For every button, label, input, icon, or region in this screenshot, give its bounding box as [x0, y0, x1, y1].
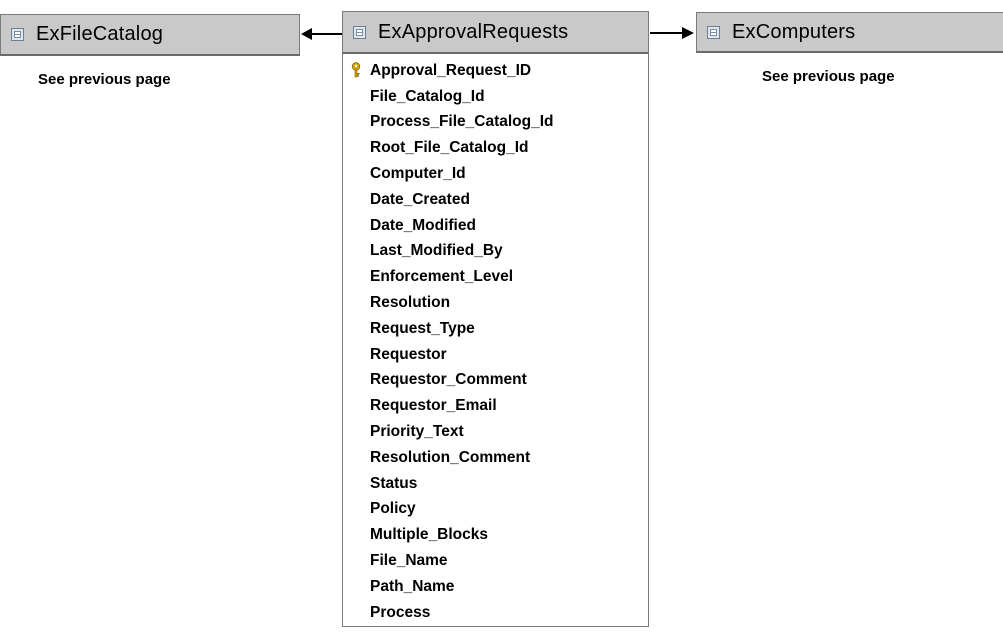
column-label: Date_Created: [370, 190, 470, 208]
column-row[interactable]: Date_Modified: [343, 213, 648, 239]
column-row[interactable]: Approval_Request_ID: [343, 58, 648, 84]
column-row[interactable]: Path_Name: [343, 574, 648, 600]
column-row[interactable]: File_Catalog_Id: [343, 84, 648, 110]
column-row[interactable]: Resolution: [343, 290, 648, 316]
column-label: Multiple_Blocks: [370, 526, 488, 544]
table-header-exapprovalrequests[interactable]: ExApprovalRequests: [342, 11, 649, 54]
column-label: Enforcement_Level: [370, 268, 513, 286]
relation-arrow-right: [650, 27, 694, 39]
column-row[interactable]: Date_Created: [343, 187, 648, 213]
table-title: ExComputers: [732, 20, 856, 43]
column-label: Date_Modified: [370, 216, 476, 234]
column-label: Computer_Id: [370, 165, 466, 183]
column-label: Process: [370, 603, 431, 621]
column-row[interactable]: Requestor: [343, 342, 648, 368]
table-exapprovalrequests[interactable]: ExApprovalRequests Approval_Request_ID Fi…: [342, 11, 649, 627]
primary-key-icon: [351, 62, 361, 78]
table-icon: [707, 25, 720, 39]
column-row[interactable]: Requestor_Comment: [343, 368, 648, 394]
column-label: Request_Type: [370, 319, 475, 337]
column-label: File_Name: [370, 552, 448, 570]
column-label: Root_File_Catalog_Id: [370, 139, 529, 157]
column-label: Path_Name: [370, 577, 455, 595]
column-row[interactable]: Enforcement_Level: [343, 264, 648, 290]
table-header-excomputers[interactable]: ExComputers: [696, 12, 1003, 53]
column-row[interactable]: File_Name: [343, 548, 648, 574]
column-list: Approval_Request_ID File_Catalog_Id Proces…: [342, 54, 649, 627]
column-row[interactable]: Last_Modified_By: [343, 239, 648, 265]
see-previous-page-note-left: See previous page: [38, 71, 171, 88]
column-row[interactable]: Process: [343, 600, 648, 626]
column-row[interactable]: Multiple_Blocks: [343, 522, 648, 548]
column-label: Approval_Request_ID: [370, 61, 532, 79]
column-row[interactable]: Resolution_Comment: [343, 445, 648, 471]
table-excomputers[interactable]: ExComputers: [696, 12, 1003, 53]
column-row[interactable]: Status: [343, 471, 648, 497]
column-label: File_Catalog_Id: [370, 87, 485, 105]
table-title: ExFileCatalog: [36, 23, 164, 45]
column-row[interactable]: Root_File_Catalog_Id: [343, 135, 648, 161]
column-label: Requestor: [370, 345, 447, 363]
table-header-exfilecatalog[interactable]: ExFileCatalog: [0, 14, 300, 56]
column-label: Requestor_Email: [370, 397, 497, 415]
column-label: Process_File_Catalog_Id: [370, 113, 554, 131]
column-row[interactable]: Process_File_Catalog_Id: [343, 110, 648, 136]
column-label: Policy: [370, 500, 416, 518]
table-exfilecatalog[interactable]: ExFileCatalog: [0, 14, 300, 56]
column-row[interactable]: Policy: [343, 497, 648, 523]
table-icon: [353, 25, 366, 39]
column-row[interactable]: Computer_Id: [343, 161, 648, 187]
table-icon: [11, 28, 24, 41]
table-title: ExApprovalRequests: [378, 20, 569, 43]
column-label: Resolution: [370, 294, 451, 312]
column-label: Last_Modified_By: [370, 242, 503, 260]
column-label: Resolution_Comment: [370, 448, 531, 466]
column-row[interactable]: Requestor_Email: [343, 393, 648, 419]
column-label: Status: [370, 474, 418, 492]
column-row[interactable]: Priority_Text: [343, 419, 648, 445]
column-label: Priority_Text: [370, 423, 464, 441]
see-previous-page-note-right: See previous page: [762, 68, 895, 85]
column-label: Requestor_Comment: [370, 371, 527, 389]
column-row[interactable]: Request_Type: [343, 316, 648, 342]
relation-arrow-left: [301, 28, 342, 40]
